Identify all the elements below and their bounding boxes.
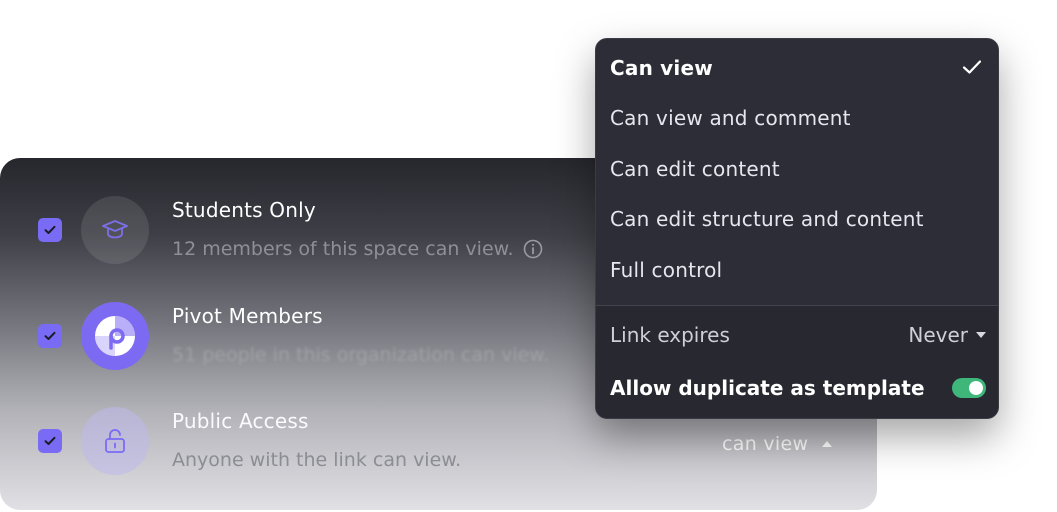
menu-option-full-control[interactable]: Full control bbox=[610, 247, 986, 293]
menu-option-label: Can edit structure and content bbox=[610, 207, 924, 231]
menu-option-label: Can edit content bbox=[610, 157, 780, 181]
public-avatar bbox=[81, 407, 149, 475]
pivot-members-title: Pivot Members bbox=[172, 304, 323, 328]
link-expires-value: Never bbox=[908, 323, 968, 347]
pivot-members-subtitle: 51 people in this organization can view. bbox=[172, 344, 550, 366]
pivot-logo bbox=[95, 316, 135, 356]
checkmark-icon bbox=[44, 225, 56, 234]
toggle-knob bbox=[969, 381, 983, 395]
allow-duplicate-row: Allow duplicate as template bbox=[610, 368, 986, 408]
share-permissions-view: Students Only 12 members of this space c… bbox=[0, 0, 1057, 512]
menu-option-can-view-and-comment[interactable]: Can view and comment bbox=[610, 95, 986, 141]
check-icon bbox=[962, 60, 982, 74]
public-access-checkbox[interactable] bbox=[38, 429, 62, 453]
link-expires-row: Link expires Never bbox=[610, 315, 986, 355]
allow-duplicate-toggle[interactable] bbox=[952, 378, 986, 398]
pivot-members-subtitle-line: 51 people in this organization can view. bbox=[172, 344, 549, 366]
menu-option-can-edit-structure[interactable]: Can edit structure and content bbox=[610, 196, 986, 242]
menu-option-label: Can view bbox=[610, 56, 713, 80]
public-access-subtitle: Anyone with the link can view. bbox=[172, 449, 462, 471]
students-subtitle-line: 12 members of this space can view. bbox=[172, 238, 543, 260]
menu-option-label: Can view and comment bbox=[610, 106, 851, 130]
students-subtitle: 12 members of this space can view. bbox=[172, 238, 514, 260]
link-expires-dropdown[interactable]: Never bbox=[908, 323, 986, 347]
menu-option-can-view[interactable]: Can view bbox=[610, 45, 986, 91]
menu-settings-section: Link expires Never Allow duplicate as te… bbox=[596, 306, 998, 418]
menu-option-label: Full control bbox=[610, 258, 723, 282]
permission-menu: Can view Can view and comment Can edit c… bbox=[595, 38, 999, 419]
students-checkbox[interactable] bbox=[38, 218, 62, 242]
checkmark-icon bbox=[44, 436, 56, 445]
link-expires-label: Link expires bbox=[610, 323, 730, 347]
allow-duplicate-label: Allow duplicate as template bbox=[610, 376, 925, 400]
public-access-title: Public Access bbox=[172, 409, 309, 433]
lock-icon bbox=[105, 429, 125, 453]
caret-up-icon bbox=[822, 441, 833, 447]
pivot-avatar bbox=[81, 302, 149, 370]
public-permission-dropdown[interactable]: can view bbox=[722, 433, 833, 455]
checkmark-icon bbox=[44, 331, 56, 340]
students-title: Students Only bbox=[172, 198, 316, 222]
graduation-cap-icon bbox=[102, 220, 128, 239]
students-avatar bbox=[81, 196, 149, 264]
public-permission-label: can view bbox=[722, 433, 809, 455]
caret-down-icon bbox=[976, 332, 986, 338]
info-icon[interactable] bbox=[523, 239, 543, 259]
public-access-subtitle-line: Anyone with the link can view. bbox=[172, 449, 461, 471]
menu-option-can-edit-content[interactable]: Can edit content bbox=[610, 146, 986, 192]
pivot-members-checkbox[interactable] bbox=[38, 324, 62, 348]
